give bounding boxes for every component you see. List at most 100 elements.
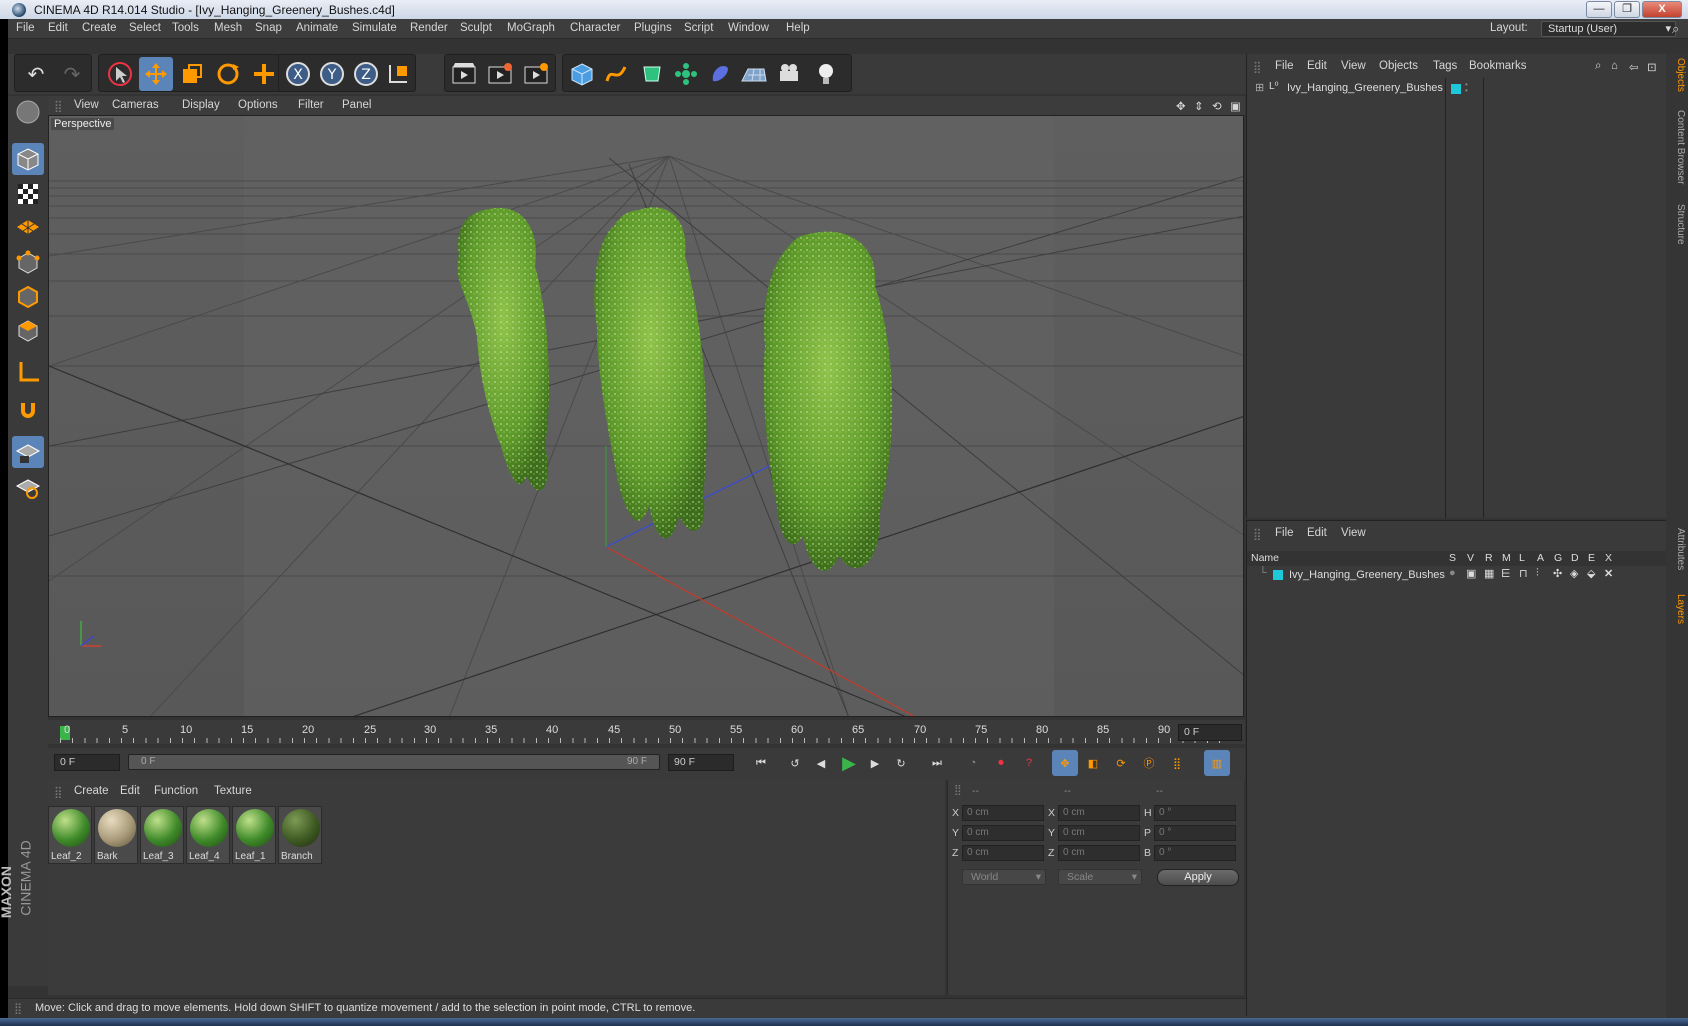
- render-column[interactable]: R: [1485, 551, 1493, 566]
- key-scale-icon[interactable]: ◧: [1080, 750, 1106, 776]
- light-icon[interactable]: [809, 57, 843, 91]
- size-y-field[interactable]: 0 cm: [1058, 825, 1140, 841]
- vp-dolly-icon[interactable]: ⇕: [1194, 99, 1204, 113]
- magnet-icon[interactable]: [12, 394, 44, 426]
- start-frame-field[interactable]: 0 F: [54, 754, 120, 771]
- obj-menu-bookmarks[interactable]: Bookmarks: [1469, 60, 1527, 72]
- render-view-icon[interactable]: [447, 57, 481, 91]
- layer-color-swatch[interactable]: [1273, 570, 1283, 580]
- position-x-field[interactable]: 0 cm: [962, 805, 1044, 821]
- animation-toggle-icon[interactable]: ⫶: [1536, 567, 1539, 580]
- frame-range-slider[interactable]: 0 F 90 F: [128, 754, 660, 770]
- layer-menu-view[interactable]: View: [1341, 527, 1366, 539]
- next-key-icon[interactable]: ↻: [888, 750, 914, 776]
- render-picture-viewer-icon[interactable]: [483, 57, 517, 91]
- key-position-icon[interactable]: ✥: [1052, 750, 1078, 776]
- layer-menu-file[interactable]: File: [1275, 527, 1294, 539]
- floor-icon[interactable]: [737, 57, 771, 91]
- timeline-window-icon[interactable]: ▥: [1204, 750, 1230, 776]
- deformers-column[interactable]: D: [1571, 551, 1579, 566]
- generators-toggle-icon[interactable]: ✣: [1553, 567, 1562, 580]
- maximize-button[interactable]: ❐: [1614, 1, 1640, 18]
- menu-script[interactable]: Script: [684, 22, 713, 34]
- cube-icon[interactable]: [565, 57, 599, 91]
- rotate-icon[interactable]: [211, 57, 245, 91]
- expressions-toggle-icon[interactable]: ⬙: [1587, 567, 1595, 580]
- menu-snap[interactable]: Snap: [255, 22, 282, 34]
- xref-column[interactable]: X: [1605, 551, 1612, 566]
- key-rotation-icon[interactable]: ⟳: [1108, 750, 1134, 776]
- size-z-field[interactable]: 0 cm: [1058, 845, 1140, 861]
- perspective-viewport[interactable]: Perspective: [48, 115, 1244, 717]
- expressions-column[interactable]: E: [1588, 551, 1595, 566]
- locked-workplane-icon[interactable]: [12, 471, 44, 503]
- mat-menu-edit[interactable]: Edit: [120, 785, 140, 797]
- back-icon[interactable]: ⇦: [1629, 60, 1639, 74]
- vp-menu-view[interactable]: View: [74, 99, 99, 111]
- menu-sculpt[interactable]: Sculpt: [460, 22, 492, 34]
- mat-menu-texture[interactable]: Texture: [214, 785, 252, 797]
- obj-menu-tags[interactable]: Tags: [1433, 60, 1457, 72]
- menu-mograph[interactable]: MoGraph: [507, 22, 555, 34]
- menu-tools[interactable]: Tools: [172, 22, 199, 34]
- redo-icon[interactable]: ↷: [55, 57, 89, 91]
- vp-menu-options[interactable]: Options: [238, 99, 278, 111]
- vp-menu-display[interactable]: Display: [182, 99, 220, 111]
- menu-plugins[interactable]: Plugins: [634, 22, 672, 34]
- axis-mode-icon[interactable]: [12, 356, 44, 388]
- scale-icon[interactable]: [175, 57, 209, 91]
- camera-icon[interactable]: [773, 57, 807, 91]
- panel-grip-icon[interactable]: ⣿: [1253, 527, 1261, 541]
- tab-content-browser[interactable]: Content Browser: [1668, 110, 1686, 184]
- panel-grip-icon[interactable]: ⣿: [954, 784, 962, 796]
- menu-edit[interactable]: Edit: [48, 22, 68, 34]
- obj-menu-objects[interactable]: Objects: [1379, 60, 1418, 72]
- solo-column[interactable]: S: [1449, 551, 1456, 566]
- vp-move-icon[interactable]: ✥: [1176, 99, 1186, 113]
- rotation-b-field[interactable]: 0 °: [1154, 845, 1236, 861]
- current-frame-field[interactable]: 0 F: [1178, 724, 1242, 741]
- new-panel-icon[interactable]: ⊡: [1647, 60, 1657, 74]
- menu-help[interactable]: Help: [786, 22, 810, 34]
- motion-record-icon[interactable]: ◔: [960, 750, 986, 776]
- x-axis-lock-icon[interactable]: X: [281, 57, 315, 91]
- recent-tool-icon[interactable]: [247, 57, 281, 91]
- locked-column[interactable]: L: [1519, 551, 1525, 566]
- layer-name[interactable]: Ivy_Hanging_Greenery_Bushes: [1289, 569, 1445, 581]
- panel-grip-icon[interactable]: ⣿: [54, 99, 62, 113]
- vp-maximize-icon[interactable]: ▣: [1230, 99, 1241, 113]
- vp-rotate-icon[interactable]: ⟲: [1212, 99, 1222, 113]
- generators-column[interactable]: G: [1554, 551, 1562, 566]
- object-row[interactable]: ⊞ L⁰ Ivy_Hanging_Greenery_Bushes: [1249, 80, 1445, 96]
- model-mode-icon[interactable]: [12, 143, 44, 175]
- home-icon[interactable]: ⌂: [1611, 60, 1618, 72]
- y-axis-lock-icon[interactable]: Y: [315, 57, 349, 91]
- visibility-dots-icon[interactable]: • •: [1465, 81, 1468, 95]
- make-editable-icon[interactable]: [12, 96, 44, 128]
- points-mode-icon[interactable]: [12, 246, 44, 278]
- polygons-mode-icon[interactable]: [12, 314, 44, 346]
- undo-icon[interactable]: ↶: [19, 57, 53, 91]
- deformer-icon[interactable]: [703, 57, 737, 91]
- render-settings-icon[interactable]: [519, 57, 553, 91]
- previous-key-icon[interactable]: ↺: [782, 750, 808, 776]
- position-y-field[interactable]: 0 cm: [962, 825, 1044, 841]
- spline-icon[interactable]: [599, 57, 633, 91]
- tab-attributes[interactable]: Attributes: [1668, 528, 1686, 570]
- tab-objects[interactable]: Objects: [1668, 58, 1686, 92]
- go-to-end-icon[interactable]: ⏭: [924, 750, 950, 776]
- record-keys-icon[interactable]: ⏺: [988, 750, 1014, 776]
- material-swatch[interactable]: Branch: [278, 806, 322, 864]
- material-swatch[interactable]: Leaf_2: [48, 806, 92, 864]
- autokey-help-icon[interactable]: ?: [1016, 750, 1042, 776]
- select-cursor-icon[interactable]: [103, 57, 137, 91]
- manager-column[interactable]: M: [1502, 551, 1511, 566]
- rotation-h-field[interactable]: 0 °: [1154, 805, 1236, 821]
- end-frame-field[interactable]: 90 F: [668, 754, 734, 771]
- layer-color-tag[interactable]: [1451, 84, 1461, 94]
- material-swatch[interactable]: Leaf_3: [140, 806, 184, 864]
- obj-menu-edit[interactable]: Edit: [1307, 60, 1327, 72]
- lock-toggle-icon[interactable]: ⊓: [1519, 567, 1528, 580]
- panel-grip-icon[interactable]: ⣿: [54, 785, 62, 799]
- snap-grid-icon[interactable]: [12, 436, 44, 468]
